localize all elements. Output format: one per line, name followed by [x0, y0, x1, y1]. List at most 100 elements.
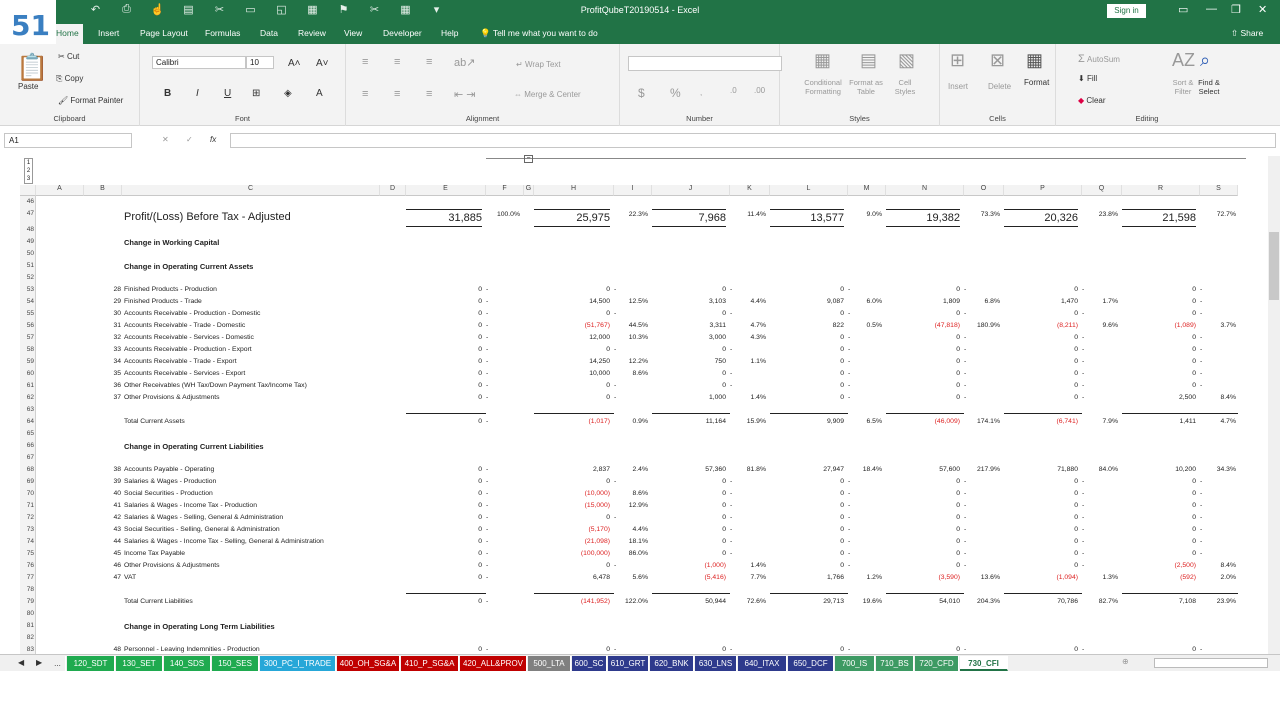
row-number[interactable]: 66 — [18, 442, 36, 449]
outline-levels[interactable]: 123 — [24, 158, 33, 184]
percent-cell[interactable]: 7.9% — [1103, 418, 1119, 425]
tab-formulas[interactable]: Formulas — [205, 28, 240, 38]
value-cell[interactable]: (15,000) — [585, 502, 610, 509]
decrease-decimal-icon[interactable]: .00 — [754, 86, 765, 95]
percent-cell[interactable]: - — [486, 310, 488, 317]
value-cell[interactable]: 0 — [722, 370, 726, 377]
percent-cell[interactable]: 6.8% — [985, 298, 1001, 305]
align-center-icon[interactable]: ≡ — [394, 88, 400, 100]
row-number[interactable]: 65 — [18, 430, 36, 437]
value-cell[interactable]: 0 — [478, 478, 482, 485]
percent-cell[interactable]: - — [1200, 346, 1202, 353]
share-button[interactable]: ⇧ Share — [1231, 28, 1263, 39]
column-header[interactable]: F — [486, 185, 524, 196]
name-box[interactable]: A1 — [4, 133, 132, 148]
percent-cell[interactable]: 1.1% — [751, 358, 767, 365]
row-number[interactable]: 73 — [18, 526, 36, 533]
value-cell[interactable]: 0 — [1192, 550, 1196, 557]
percent-cell[interactable]: - — [1200, 550, 1202, 557]
percent-cell[interactable]: - — [730, 526, 732, 533]
percent-cell[interactable]: 18.4% — [863, 466, 882, 473]
tab-page-layout[interactable]: Page Layout — [140, 28, 188, 38]
column-header[interactable]: A — [36, 185, 84, 196]
row-number[interactable]: 61 — [18, 382, 36, 389]
row-number[interactable]: 80 — [18, 610, 36, 617]
percent-cell[interactable]: - — [848, 550, 850, 557]
sheet-tab[interactable]: 150_SES — [212, 656, 259, 671]
value-cell[interactable]: 0 — [956, 346, 960, 353]
tell-me-search[interactable]: 💡 Tell me what you want to do — [480, 28, 598, 39]
sheet-tab[interactable]: 600_SC — [572, 656, 607, 671]
row-number[interactable]: 51 — [18, 262, 36, 269]
value-cell[interactable]: 11,164 — [706, 418, 726, 425]
sign-in-button[interactable]: Sign in — [1107, 4, 1146, 18]
percent-cell[interactable]: - — [964, 370, 966, 377]
row-number[interactable]: 58 — [18, 346, 36, 353]
sheet-tab[interactable]: 410_P_SG&A — [401, 656, 459, 671]
percent-cell[interactable]: - — [1200, 646, 1202, 653]
align-top-icon[interactable]: ≡ — [362, 56, 368, 68]
value-cell[interactable]: 0 — [1192, 298, 1196, 305]
column-header[interactable]: J — [652, 185, 730, 196]
sheet-tab[interactable]: 700_IS — [835, 656, 875, 671]
conditional-formatting-button[interactable]: Conditional Formatting — [800, 78, 846, 96]
row-number[interactable]: 70 — [18, 490, 36, 497]
percent-cell[interactable]: - — [848, 394, 850, 401]
value-cell[interactable]: 1,411 — [1179, 418, 1196, 425]
value-cell[interactable]: 0 — [722, 286, 726, 293]
value-cell[interactable]: 0 — [840, 334, 844, 341]
percent-cell[interactable]: 8.6% — [633, 490, 649, 497]
value-cell[interactable]: 0 — [1074, 646, 1078, 653]
value-cell[interactable]: 0 — [840, 526, 844, 533]
percent-cell[interactable]: - — [1082, 502, 1084, 509]
value-cell[interactable]: 0 — [1192, 646, 1196, 653]
percent-cell[interactable]: 1.2% — [867, 574, 883, 581]
percent-cell[interactable]: 0.9% — [633, 418, 649, 425]
percent-cell[interactable]: - — [964, 382, 966, 389]
value-cell[interactable]: 0 — [1074, 526, 1078, 533]
value-cell[interactable]: 0 — [722, 346, 726, 353]
percent-cell[interactable]: 86.0% — [629, 550, 648, 557]
percent-cell[interactable]: 0.5% — [867, 322, 883, 329]
percent-cell[interactable]: 13.6% — [981, 574, 1000, 581]
value-cell[interactable]: 0 — [478, 574, 482, 581]
font-color-icon[interactable]: A — [316, 88, 323, 99]
value-cell[interactable]: 1,809 — [943, 298, 960, 305]
value-cell[interactable]: 0 — [840, 310, 844, 317]
percent-cell[interactable]: - — [730, 538, 732, 545]
value-cell[interactable]: (1,089) — [1174, 322, 1196, 329]
value-cell[interactable]: 0 — [478, 370, 482, 377]
merge-center-button[interactable]: ⇔ Merge & Center — [514, 90, 581, 99]
value-cell[interactable]: (2,500) — [1174, 562, 1196, 569]
align-bottom-icon[interactable]: ≡ — [426, 56, 432, 68]
percent-cell[interactable]: 11.4% — [747, 211, 766, 218]
value-cell[interactable]: (21,098) — [585, 538, 610, 545]
value-cell[interactable]: 0 — [1192, 358, 1196, 365]
row-number[interactable]: 49 — [18, 238, 36, 245]
value-cell[interactable]: 0 — [722, 478, 726, 485]
value-cell[interactable]: 0 — [1192, 478, 1196, 485]
formula-input[interactable] — [230, 133, 1276, 148]
value-cell[interactable]: 0 — [478, 286, 482, 293]
row-number[interactable]: 57 — [18, 334, 36, 341]
value-cell[interactable]: 1,000 — [709, 394, 726, 401]
fill-color-icon[interactable]: ◈ — [284, 88, 292, 99]
value-cell[interactable]: 0 — [606, 646, 610, 653]
row-number[interactable]: 68 — [18, 466, 36, 473]
column-header[interactable]: L — [770, 185, 848, 196]
close-icon[interactable]: ✕ — [1258, 3, 1267, 16]
column-header[interactable]: N — [886, 185, 964, 196]
value-cell[interactable]: 14,250 — [589, 358, 610, 365]
percent-cell[interactable]: - — [1082, 394, 1084, 401]
value-cell[interactable]: 0 — [1074, 490, 1078, 497]
value-cell[interactable]: 0 — [478, 322, 482, 329]
percent-cell[interactable]: - — [1082, 370, 1084, 377]
percent-cell[interactable]: - — [486, 490, 488, 497]
value-cell[interactable]: 25,975 — [576, 212, 610, 224]
percent-cell[interactable]: 12.2% — [629, 358, 648, 365]
value-cell[interactable]: 0 — [1074, 358, 1078, 365]
sheet-tab[interactable]: 650_DCF — [788, 656, 834, 671]
insert-button[interactable]: Insert — [948, 82, 968, 91]
align-middle-icon[interactable]: ≡ — [394, 56, 400, 68]
percent-cell[interactable]: - — [486, 418, 488, 425]
